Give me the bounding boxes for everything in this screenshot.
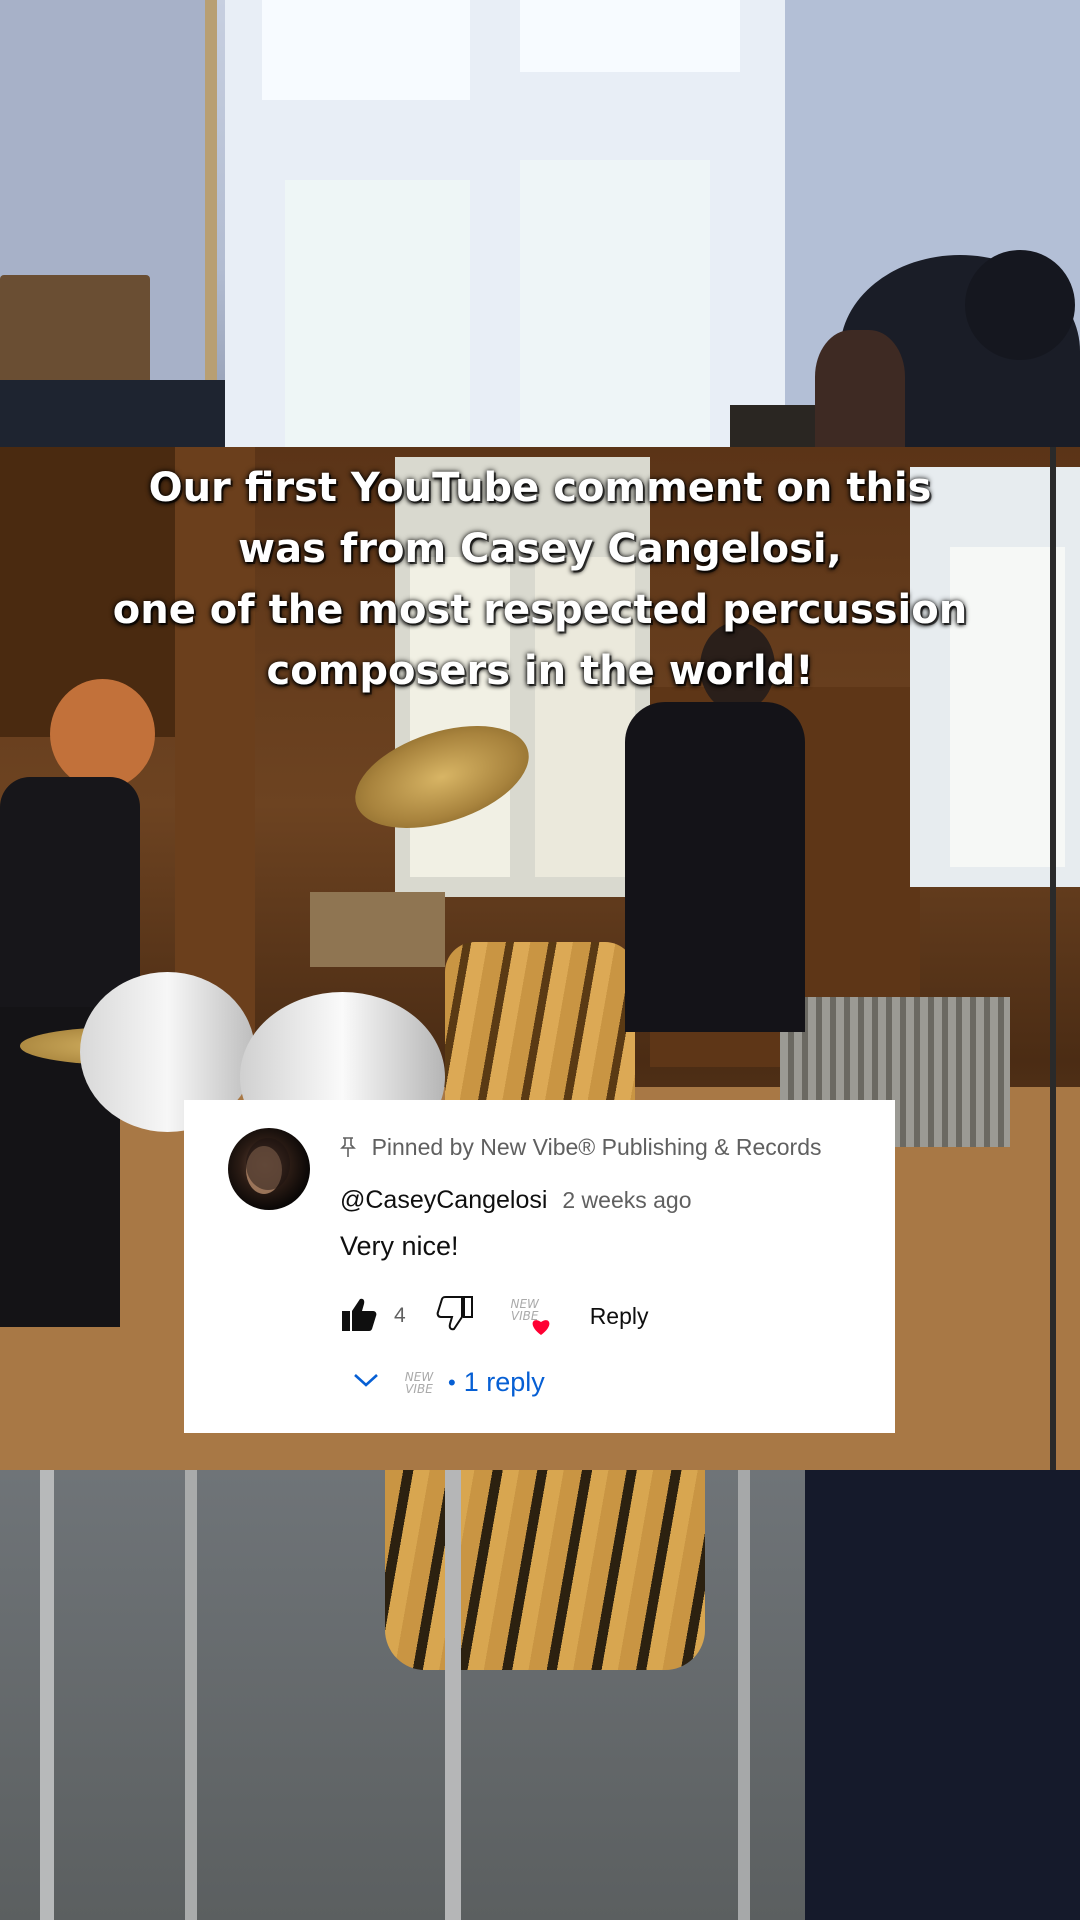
caption-line: was from Casey Cangelosi,: [238, 526, 842, 572]
chevron-down-icon[interactable]: [352, 1371, 380, 1394]
like-count: 4: [394, 1304, 406, 1327]
comment-actions: 4 NEW VIBE Reply: [340, 1294, 649, 1338]
person-leg: [805, 1470, 1080, 1920]
thumbs-down-icon[interactable]: [436, 1296, 474, 1336]
mic-stand: [1050, 447, 1056, 1470]
new-vibe-avatar: NEW VIBE: [404, 1369, 434, 1396]
conga-bottom: [385, 1470, 705, 1670]
reply-button[interactable]: Reply: [590, 1303, 649, 1330]
window-pane: [262, 0, 470, 100]
window-pane: [285, 180, 470, 447]
window-pane: [520, 0, 740, 72]
caption-line: composers in the world!: [266, 648, 814, 694]
comment-time[interactable]: 2 weeks ago: [562, 1187, 691, 1213]
piano-body: [0, 380, 245, 447]
window-pane: [520, 160, 710, 447]
caption-line: Our first YouTube comment on this: [148, 465, 932, 511]
thumbs-up-icon[interactable]: [340, 1296, 378, 1336]
stand-pole: [738, 1470, 750, 1920]
creator-heart-icon[interactable]: NEW VIBE: [508, 1296, 554, 1336]
pinned-label-row: Pinned by New Vibe® Publishing & Records: [340, 1134, 822, 1161]
cajon-box: [310, 892, 445, 967]
hair-bun: [965, 250, 1075, 360]
pin-icon: [340, 1137, 362, 1160]
replies-count[interactable]: 1 reply: [464, 1367, 545, 1398]
video-frame-bottom: [0, 1470, 1080, 1920]
separator-dot: •: [448, 1369, 456, 1395]
stand-pole: [445, 1470, 461, 1920]
pinned-comment-card: Pinned by New Vibe® Publishing & Records…: [184, 1100, 895, 1433]
comment-header: @CaseyCangelosi 2 weeks ago: [340, 1186, 692, 1215]
avatar[interactable]: [228, 1128, 310, 1210]
comment-text: Very nice!: [340, 1231, 459, 1261]
video-caption: Our first YouTube comment on this was fr…: [40, 458, 1040, 702]
stand-pole: [185, 1470, 197, 1920]
stand-pole: [40, 1470, 54, 1920]
view-replies-button[interactable]: NEW VIBE • 1 reply: [352, 1367, 545, 1398]
comment-author[interactable]: @CaseyCangelosi: [340, 1186, 547, 1214]
pinned-label: Pinned by New Vibe® Publishing & Records: [371, 1134, 822, 1160]
caption-line: one of the most respected percussion: [112, 587, 968, 633]
piano-top: [0, 275, 150, 385]
drummer-right-body: [625, 702, 805, 1032]
person-face: [815, 330, 905, 447]
video-frame-top: [0, 0, 1080, 447]
